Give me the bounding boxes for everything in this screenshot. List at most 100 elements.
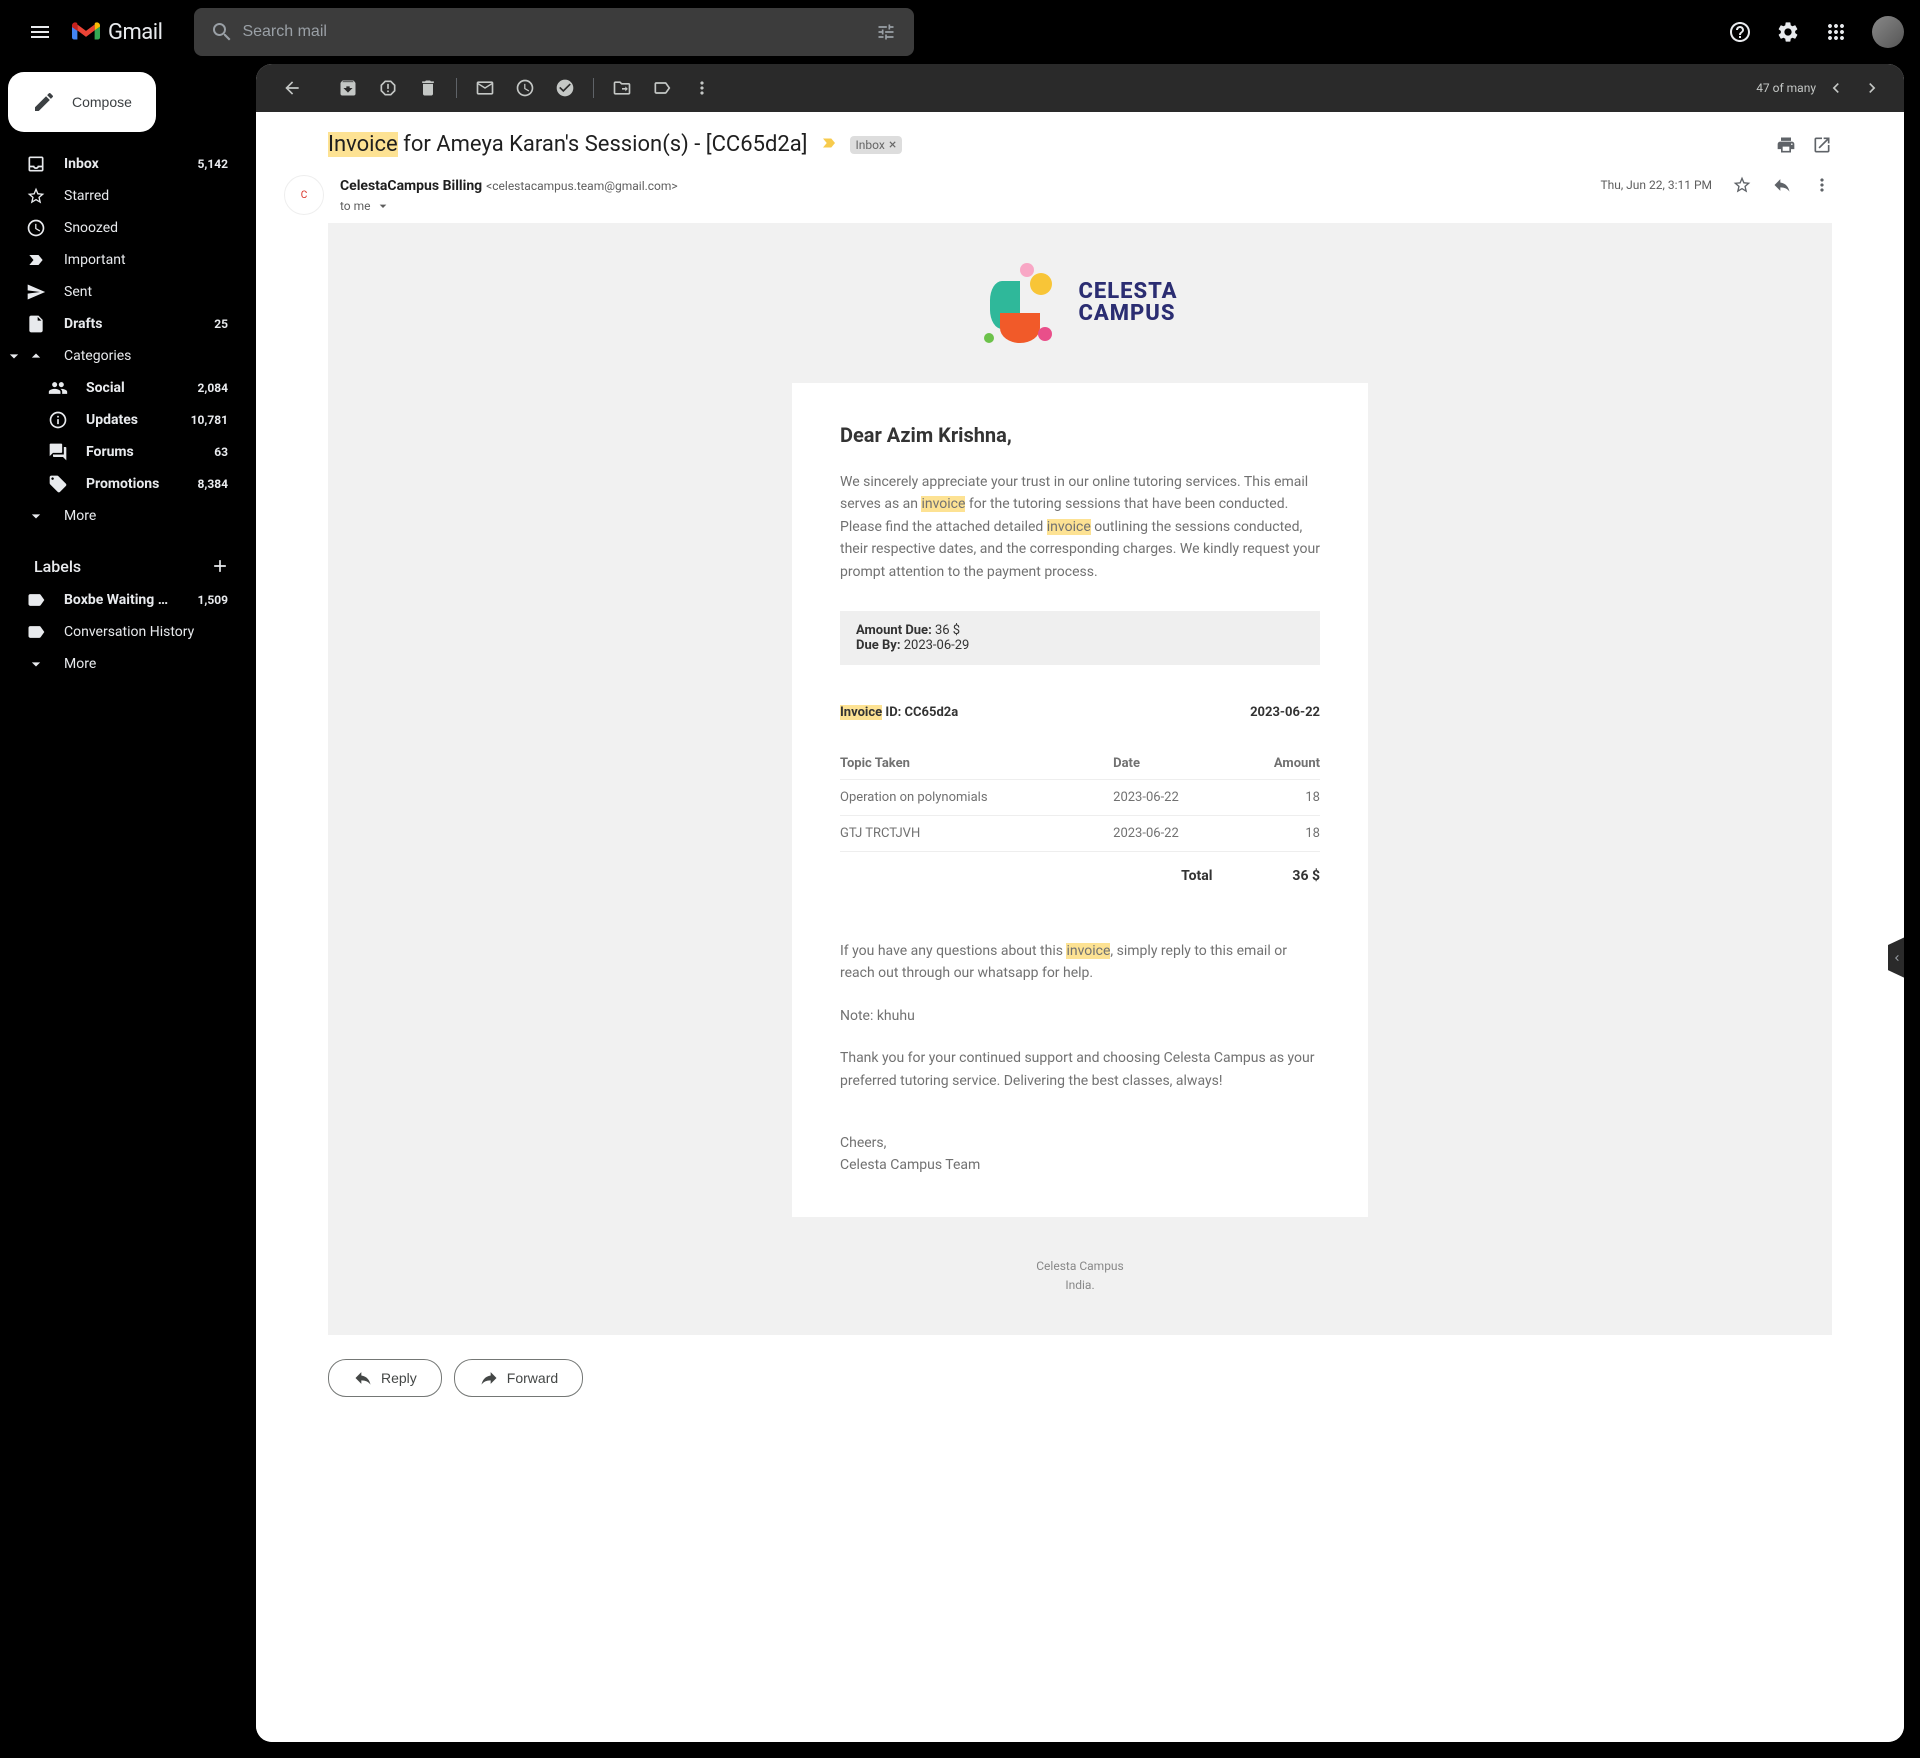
note: Note: khuhu: [840, 1005, 1320, 1027]
compose-button[interactable]: Compose: [8, 72, 156, 132]
chevron-down-icon: [26, 654, 46, 674]
inbox-icon: [26, 154, 46, 174]
open-new-window-icon[interactable]: [1812, 135, 1832, 155]
sender-date: Thu, Jun 22, 3:11 PM: [1600, 178, 1712, 192]
toolbar-separator: [593, 78, 594, 98]
invoice-card: Dear Azim Krishna, We sincerely apprecia…: [792, 383, 1368, 1217]
important-marker-icon[interactable]: [820, 134, 838, 156]
sent-icon: [26, 282, 46, 302]
intro-paragraph: We sincerely appreciate your trust in ou…: [840, 471, 1320, 516]
apps-icon[interactable]: [1816, 12, 1856, 52]
message-content: Invoice for Ameya Karan's Session(s) - […: [256, 112, 1904, 1742]
sidebar-item-inbox[interactable]: Inbox5,142: [0, 148, 240, 180]
important-icon: [26, 250, 46, 270]
sidebar-item-conversation-history[interactable]: Conversation History: [0, 616, 240, 648]
chevron-down-icon: [375, 198, 391, 214]
add-label-button[interactable]: [208, 554, 232, 578]
reply-icon[interactable]: [1772, 175, 1792, 195]
settings-icon[interactable]: [1768, 12, 1808, 52]
support-icon[interactable]: [1720, 12, 1760, 52]
table-row: GTJ TRCTJVH2023-06-2218: [840, 815, 1320, 851]
sidebar-more-label: More: [64, 508, 228, 524]
snooze-icon: [26, 218, 46, 238]
invoice-table: Topic TakenDateAmount Operation on polyn…: [840, 748, 1320, 852]
header-actions: [1720, 12, 1904, 52]
sidebar-item-social[interactable]: Social2,084: [0, 372, 240, 404]
reply-icon: [353, 1368, 373, 1388]
questions-paragraph: If you have any questions about this inv…: [840, 940, 1320, 985]
add-to-tasks-button[interactable]: [545, 68, 585, 108]
snooze-button[interactable]: [505, 68, 545, 108]
account-avatar[interactable]: [1872, 16, 1904, 48]
sender-avatar[interactable]: C: [284, 175, 324, 215]
labels-more[interactable]: More: [0, 648, 240, 680]
sidebar-item-starred[interactable]: Starred: [0, 180, 240, 212]
label-icon: [26, 622, 46, 642]
labels-more-label: More: [64, 656, 228, 672]
header: Gmail: [0, 0, 1920, 64]
forward-icon: [479, 1368, 499, 1388]
main-menu-button[interactable]: [16, 8, 64, 56]
promotions-icon: [48, 474, 68, 494]
drafts-icon: [26, 314, 46, 334]
sidebar-more[interactable]: More: [0, 500, 240, 532]
message-position: 47 of many: [1756, 81, 1816, 95]
search-icon[interactable]: [202, 12, 242, 52]
more-icon[interactable]: [1812, 175, 1832, 195]
reply-button[interactable]: Reply: [328, 1359, 442, 1397]
sidebar: Compose Inbox5,142StarredSnoozedImportan…: [0, 64, 256, 1758]
print-icon[interactable]: [1776, 135, 1796, 155]
search-options-icon[interactable]: [866, 12, 906, 52]
search-bar: [194, 8, 914, 56]
report-spam-button[interactable]: [368, 68, 408, 108]
label-icon: [26, 590, 46, 610]
delete-button[interactable]: [408, 68, 448, 108]
forums-icon: [48, 442, 68, 462]
sidebar-item-updates[interactable]: Updates10,781: [0, 404, 240, 436]
mark-unread-button[interactable]: [465, 68, 505, 108]
detail-paragraph: Please find the attached detailed invoic…: [840, 516, 1320, 583]
gmail-logo-icon: [72, 21, 100, 43]
archive-button[interactable]: [328, 68, 368, 108]
newer-button[interactable]: [1820, 72, 1852, 104]
inbox-chip[interactable]: Inbox×: [850, 136, 903, 154]
table-row: Operation on polynomials2023-06-2218: [840, 779, 1320, 815]
gmail-logo[interactable]: Gmail: [64, 20, 194, 45]
email-footer: Celesta CampusIndia.: [328, 1217, 1832, 1295]
subject: Invoice for Ameya Karan's Session(s) - […: [328, 132, 808, 157]
more-button[interactable]: [682, 68, 722, 108]
older-button[interactable]: [1856, 72, 1888, 104]
amount-due-box: Amount Due: 36 $ Due By: 2023-06-29: [840, 611, 1320, 665]
search-input[interactable]: [242, 23, 866, 41]
sidebar-item-promotions[interactable]: Promotions8,384: [0, 468, 240, 500]
categories-icon: [26, 346, 46, 366]
sidebar-item-categories[interactable]: Categories: [0, 340, 240, 372]
sidebar-item-boxbe-waiting-[interactable]: Boxbe Waiting …1,509: [0, 584, 240, 616]
close-icon[interactable]: ×: [889, 137, 896, 153]
sender-row: C CelestaCampus Billing <celestacampus.t…: [256, 165, 1904, 223]
email-body: CELESTACAMPUS Dear Azim Krishna, We sinc…: [328, 223, 1832, 1335]
updates-icon: [48, 410, 68, 430]
main-panel: 47 of many Invoice for Ameya Karan's Ses…: [256, 64, 1904, 1742]
sidebar-item-snoozed[interactable]: Snoozed: [0, 212, 240, 244]
back-button[interactable]: [272, 68, 312, 108]
sidebar-item-drafts[interactable]: Drafts25: [0, 308, 240, 340]
sender-to[interactable]: to me: [340, 198, 1584, 214]
gmail-logo-text: Gmail: [108, 20, 162, 45]
sidebar-item-sent[interactable]: Sent: [0, 276, 240, 308]
toolbar-separator: [456, 78, 457, 98]
sidebar-item-important[interactable]: Important: [0, 244, 240, 276]
labels-button[interactable]: [642, 68, 682, 108]
compose-label: Compose: [72, 94, 132, 110]
star-icon[interactable]: [1732, 175, 1752, 195]
sidebar-item-forums[interactable]: Forums63: [0, 436, 240, 468]
message-toolbar: 47 of many: [256, 64, 1904, 112]
greeting: Dear Azim Krishna,: [840, 423, 1320, 447]
celesta-logo: CELESTACAMPUS: [328, 243, 1832, 383]
sender-email: <celestacampus.team@gmail.com>: [486, 179, 678, 193]
sender-name: CelestaCampus Billing: [340, 178, 482, 194]
labels-header: Labels: [8, 548, 248, 584]
move-to-button[interactable]: [602, 68, 642, 108]
chevron-down-icon: [26, 506, 46, 526]
forward-button[interactable]: Forward: [454, 1359, 583, 1397]
